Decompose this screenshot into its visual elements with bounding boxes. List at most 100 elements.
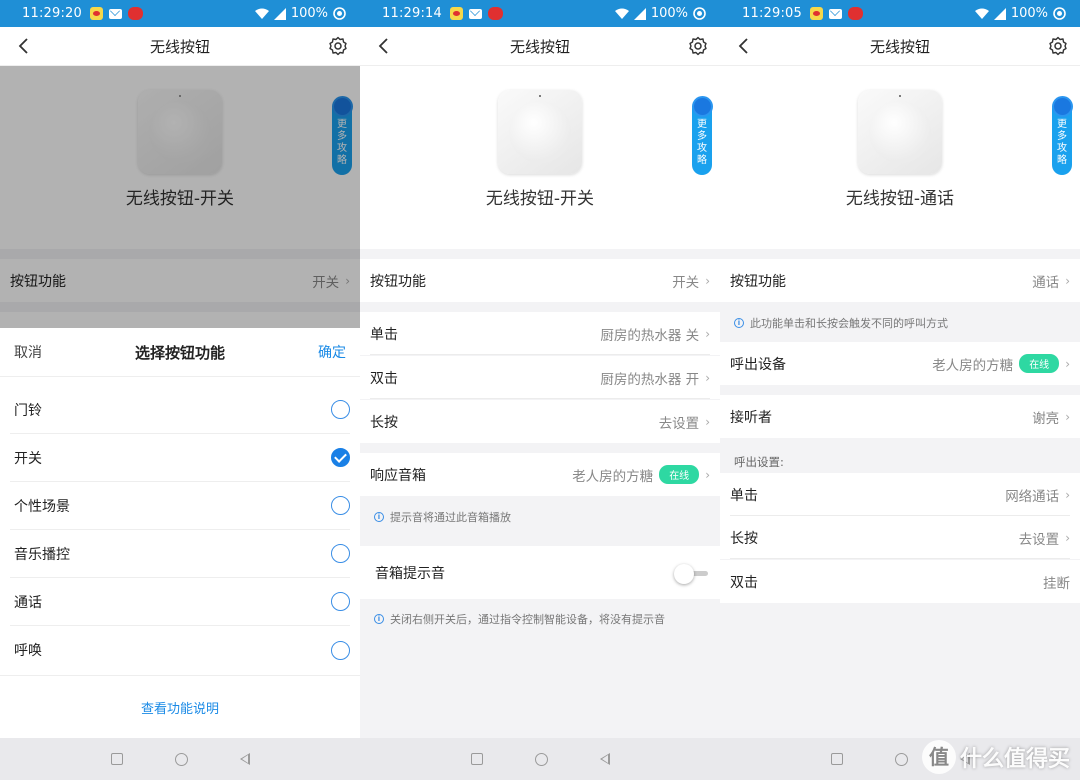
back-arrow-icon[interactable] [738,37,750,55]
note-text: 提示音将通过此音箱播放 [390,511,511,524]
home-icon[interactable] [894,752,908,766]
row-label: 呼出设备 [730,356,786,373]
radio-button[interactable] [331,592,350,611]
option-switch[interactable]: 开关 [10,434,350,482]
option-music-control[interactable]: 音乐播控 [10,530,350,578]
recent-apps-icon[interactable] [470,753,483,765]
option-label: 开关 [14,450,42,467]
row-value: 通话 [1032,274,1060,291]
row-label: 接听者 [730,409,772,426]
chevron-right-icon: › [705,370,710,385]
battery-percent: 100% [290,6,328,21]
device-name: 无线按钮-开关 [485,189,595,209]
row-button-function[interactable]: 按钮功能 通话 › [720,259,1080,302]
option-label: 呼唤 [14,643,42,659]
row-receiver[interactable]: 接听者 谢亮 › [720,395,1080,438]
status-bar: 11:29:14 100% [360,0,720,27]
view-function-help-link[interactable]: 查看功能说明 [0,698,360,717]
confirm-button[interactable]: 确定 [318,342,346,362]
weibo-icon [90,7,103,20]
info-icon: i [374,614,384,624]
device-hero: 无线按钮-通话 更 多 攻 略 [720,66,1080,249]
row-value: 网络通话 [1005,488,1060,505]
radio-button[interactable] [331,496,350,515]
more-guide-char: 攻 [1057,143,1067,154]
option-doorbell[interactable]: 门铃 [10,386,350,434]
device-hero: 无线按钮-开关 更 多 攻 略 [360,66,720,249]
row-single-click[interactable]: 单击 网络通话 › [720,473,1080,516]
more-guide-char: 略 [1057,155,1067,166]
chevron-right-icon: › [1065,530,1070,545]
device-image [858,90,942,174]
row-value: 厨房的热水器 开 [600,371,700,388]
recent-apps-icon[interactable] [110,753,123,765]
more-guide-button[interactable]: 更 多 攻 略 [1052,98,1072,175]
status-right: 100% [614,6,706,21]
guide-dot-icon [1054,98,1071,115]
row-caller-device[interactable]: 呼出设备 老人房的方糖 在线 › [720,342,1080,385]
target-icon [1053,7,1066,20]
row-button-function[interactable]: 按钮功能 开关 › [360,259,720,302]
mail-icon [109,8,122,19]
note-text: 此功能单击和长按会触发不同的呼叫方式 [750,317,948,330]
row-label: 按钮功能 [730,273,786,290]
status-bar: 11:29:20 100% [0,0,360,27]
sheet-title: 选择按钮功能 [134,343,225,362]
device-name: 无线按钮-通话 [845,189,955,209]
radio-button[interactable] [331,400,350,419]
option-label: 个性场景 [14,498,70,515]
more-guide-char: 攻 [697,143,707,154]
gear-icon[interactable] [328,36,348,56]
option-call[interactable]: 通话 [10,578,350,626]
recent-apps-icon[interactable] [830,753,843,765]
watermark-icon: 值 [921,740,956,774]
more-guide-char: 更 [1057,119,1067,130]
back-arrow-icon[interactable] [18,37,30,55]
row-double-click[interactable]: 双击 厨房的热水器 开 › [360,356,720,399]
gear-icon[interactable] [1048,36,1068,56]
row-label: 长按 [730,530,758,547]
system-nav-bar [0,738,360,780]
more-guide-button[interactable]: 更 多 攻 略 [692,98,712,175]
signal-icon [993,7,1006,20]
row-value: 去设置 [1018,531,1060,548]
select-function-sheet: 取消 选择按钮功能 确定 门铃 开关 个性场景 音乐播控 通话 呼唤 查看功能说… [0,328,360,738]
status-time: 11:29:14 [382,6,442,21]
battery-percent: 100% [650,6,688,21]
row-double-click[interactable]: 双击 挂断 [720,560,1080,603]
row-long-press[interactable]: 长按 去设置 › [360,400,720,443]
online-badge: 在线 [1019,354,1060,373]
radio-checked-icon[interactable] [331,448,350,467]
back-triangle-icon[interactable] [599,753,610,765]
nav-bar: 无线按钮 [360,27,720,66]
signal-icon [273,7,286,20]
option-scene[interactable]: 个性场景 [10,482,350,530]
tone-note: i 关闭右侧开关后，通过指令控制智能设备，将没有提示音 [374,611,665,627]
status-right: 100% [254,6,346,21]
back-arrow-icon[interactable] [378,37,390,55]
divider [0,675,360,676]
device-image [498,90,582,174]
option-summon[interactable]: 呼唤 [10,626,350,674]
modal-dim-overlay[interactable] [0,66,360,328]
weibo-icon [450,7,463,20]
home-icon[interactable] [174,752,188,766]
row-single-click[interactable]: 单击 厨房的热水器 关 › [360,312,720,355]
row-label: 长按 [370,414,398,431]
row-long-press[interactable]: 长按 去设置 › [720,516,1080,559]
radio-button[interactable] [331,640,350,660]
back-triangle-icon[interactable] [239,753,250,765]
row-response-speaker[interactable]: 响应音箱 老人房的方糖 在线 › [360,453,720,496]
row-value: 厨房的热水器 关 [600,327,700,344]
row-value: 老人房的方糖 [572,468,654,485]
cancel-button[interactable]: 取消 [14,342,42,362]
target-icon [333,7,346,20]
row-label: 按钮功能 [370,273,426,290]
gear-icon[interactable] [688,36,708,56]
option-label: 音乐播控 [14,546,70,563]
speaker-tone-toggle[interactable] [674,563,710,584]
home-icon[interactable] [534,752,548,766]
online-badge: 在线 [659,465,700,484]
mail-icon [469,8,482,19]
radio-button[interactable] [331,544,350,563]
